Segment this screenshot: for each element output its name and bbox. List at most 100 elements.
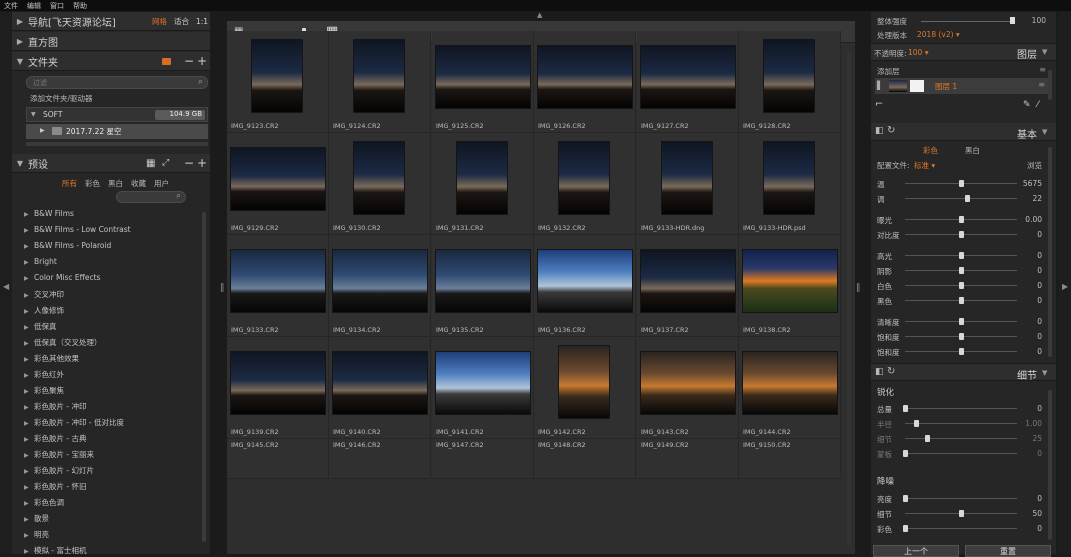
slider-value[interactable]: 5675 [1008,179,1042,188]
basic-collapse-icon[interactable]: ▼ [1042,128,1047,136]
slider-value[interactable]: 0 [1008,266,1042,275]
slider-value[interactable]: 50 [1008,509,1042,518]
histogram-header[interactable]: ▶ 直方图 [12,32,210,51]
slider-knob[interactable] [959,510,964,517]
preset-tab[interactable]: 所有 [62,178,77,189]
add-folder-icon[interactable]: + [197,54,207,68]
layers-collapse-icon[interactable]: ▼ [1042,48,1047,56]
preset-item[interactable]: ▶ 彩色红外 [24,369,64,380]
profile-dropdown[interactable]: 标准 ▾ [914,160,935,171]
folder-row-selected[interactable]: ▶ 2017.7.22 星空 [26,124,208,139]
expand-icon[interactable]: ▶ [24,259,34,266]
drive-expand-icon[interactable]: ▼ [31,111,36,118]
slider-knob[interactable] [959,318,964,325]
basic-reset-icon[interactable]: ↻ [887,125,895,136]
expand-icon[interactable]: ▶ [24,420,34,427]
thumbnail-image[interactable] [640,45,736,109]
thumbnail-image[interactable] [537,45,633,109]
preset-item[interactable]: ▶ 彩色胶片 - 冲印 [24,401,86,412]
folder-filter-field[interactable]: 过滤 ⌕ [26,76,208,89]
slider-knob[interactable] [959,231,964,238]
preset-item[interactable]: ▶ B&W Films [24,209,74,218]
thumbnail-image[interactable] [435,249,531,313]
brush-alt-icon[interactable]: ⁄ [1037,100,1039,110]
collapse-right-icon[interactable]: ▶ [1062,282,1068,291]
preset-item[interactable]: ▶ 彩色胶片 - 古典 [24,433,86,444]
expand-icon[interactable]: ▶ [24,532,34,539]
drive-row[interactable]: ▼ SOFT 104.9 GB [26,107,208,122]
expand-icon[interactable]: ▶ [12,17,28,26]
grid-scrollbar[interactable] [847,51,851,546]
preset-tab[interactable]: 用户 [154,178,169,189]
slider-value[interactable]: 0 [1008,296,1042,305]
add-folder-link[interactable]: 添加文件夹/驱动器 [30,93,93,104]
slider-value[interactable]: 0 [1008,251,1042,260]
process-version-dropdown[interactable]: 2018 (v2) ▾ [917,30,960,39]
slider-knob[interactable] [903,525,908,532]
slider-value[interactable]: 0 [1008,347,1042,356]
preset-item[interactable]: ▶ 人像修饰 [24,305,64,316]
slider-knob[interactable] [959,180,964,187]
thumbnail-image[interactable] [435,45,531,109]
expand-icon[interactable]: ▶ [24,340,34,347]
expand-icon[interactable]: ▶ [24,436,34,443]
thumbnail-image[interactable] [456,141,508,215]
thumbnail-image[interactable] [353,141,405,215]
slider-track[interactable] [905,498,1017,499]
reset-button[interactable]: 重置 [965,545,1051,557]
thumbnail-cell[interactable]: IMG_9138.CR2 [739,235,841,337]
thumbnail-cell[interactable]: IMG_9143.CR2 [637,337,739,439]
thumbnail-cell[interactable]: IMG_9148.CR2 [534,439,636,479]
preset-item[interactable]: ▶ B&W Films - Polaroid [24,241,111,250]
basic-toggle-icon[interactable]: ◧ [875,126,884,136]
preset-item[interactable]: ▶ 明亮 [24,529,49,540]
expand-icon[interactable]: ▶ [24,324,34,331]
fit-view-button[interactable]: 适合 [174,16,189,27]
slider-knob[interactable] [959,282,964,289]
slider-track[interactable] [905,528,1017,529]
overall-knob[interactable] [1010,17,1015,24]
preset-item[interactable]: ▶ 低保真（交叉处理） [24,337,102,348]
thumbnail-cell[interactable]: IMG_9136.CR2 [534,235,636,337]
slider-knob[interactable] [959,252,964,259]
add-preset-icon[interactable]: + [197,156,207,170]
preset-item[interactable]: ▶ 散景 [24,513,49,524]
slider-value[interactable]: 0 [1008,317,1042,326]
overall-slider[interactable] [921,21,1015,22]
slider-track[interactable] [905,408,1017,409]
thumbnail-image[interactable] [353,39,405,113]
thumbnail-cell[interactable]: IMG_9144.CR2 [739,337,841,439]
thumbnail-image[interactable] [537,249,633,313]
thumbnail-image[interactable] [332,249,428,313]
expand-icon[interactable]: ▶ [24,243,34,250]
thumbnail-cell[interactable]: IMG_9132.CR2 [534,133,636,235]
layer-visibility-icon[interactable]: ▌ [877,81,883,90]
slider-knob[interactable] [959,216,964,223]
thumbnail-cell[interactable]: IMG_9124.CR2 [329,31,431,133]
tab-bw[interactable]: 黑白 [965,145,980,156]
add-layer-button[interactable]: 添加层 [877,66,900,77]
thumbnail-cell[interactable]: IMG_9133-HDR.psd [739,133,841,235]
expand-icon[interactable]: ▶ [24,500,34,507]
thumbnail-image[interactable] [742,249,838,313]
slider-knob[interactable] [925,435,931,442]
slider-track[interactable] [905,198,1017,199]
expand-icon[interactable]: ▶ [24,468,34,475]
slider-value[interactable]: 0.00 [1008,215,1042,224]
expand-icon[interactable]: ▶ [24,308,34,315]
thumbnail-image[interactable] [251,39,303,113]
preset-item[interactable]: ▶ 彩色胶片 - 冲印 - 低对比度 [24,417,124,428]
thumbnail-cell[interactable]: IMG_9125.CR2 [432,31,534,133]
slider-track[interactable] [905,423,1017,424]
navigator-header[interactable]: ▶ 导航[飞天资源论坛] 网格 适合 1:1 [12,12,210,31]
thumbnail-cell[interactable]: IMG_9142.CR2 [534,337,636,439]
thumbnail-cell[interactable]: IMG_9140.CR2 [329,337,431,439]
preset-tab[interactable]: 收藏 [131,178,146,189]
slider-knob[interactable] [903,495,908,502]
thumbnail-cell[interactable]: IMG_9139.CR2 [227,337,329,439]
preset-item[interactable]: ▶ 彩色聚焦 [24,385,64,396]
preset-item[interactable]: ▶ Color Misc Effects [24,273,100,282]
preset-item[interactable]: ▶ 彩色胶片 - 幻灯片 [24,465,94,476]
thumbnail-cell[interactable]: IMG_9146.CR2 [329,439,431,479]
thumbnail-image[interactable] [558,345,610,419]
